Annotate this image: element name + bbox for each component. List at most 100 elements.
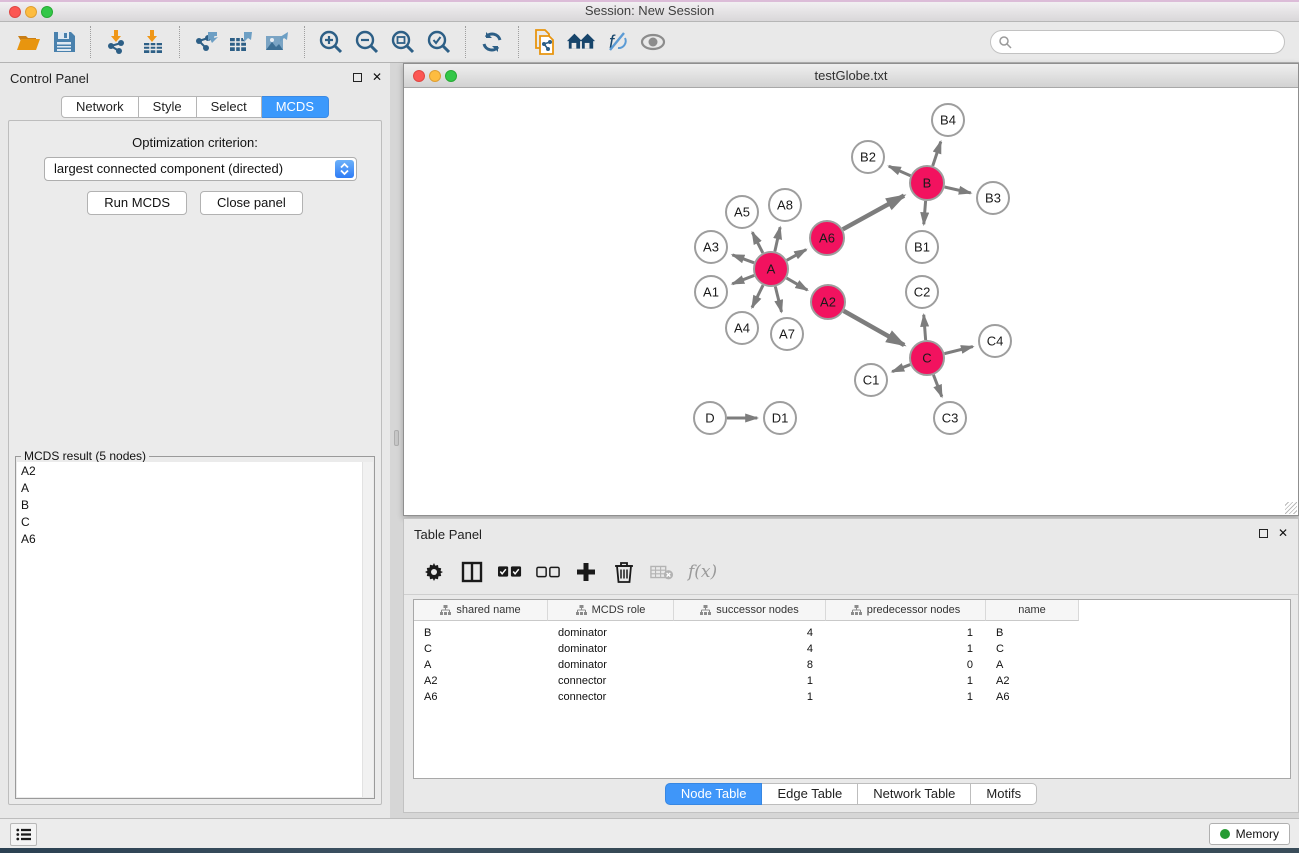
graph-node-B3[interactable]: B3	[977, 182, 1009, 214]
graph-node-D[interactable]: D	[694, 402, 726, 434]
network-canvas[interactable]: B4B2BB3A8A5A6A3B1AA1C2A2A4A7C4CC1C3DD1	[404, 88, 1298, 515]
graph-edge-A-A8[interactable]	[775, 227, 780, 251]
zoom-out-icon[interactable]	[352, 27, 382, 57]
node-table[interactable]: shared name MCDS role successor nodes pr…	[413, 599, 1291, 779]
show-hide-icon[interactable]	[638, 27, 668, 57]
graph-edge-A-A1[interactable]	[732, 275, 754, 283]
table-row[interactable]: A6connector11A6	[414, 689, 1290, 705]
duplicate-network-icon[interactable]	[530, 27, 560, 57]
graph-node-C4[interactable]: C4	[979, 325, 1011, 357]
graph-node-C[interactable]: C	[910, 341, 944, 375]
mcds-result-item[interactable]: A	[17, 479, 373, 496]
import-table-icon[interactable]	[138, 27, 168, 57]
minimize-network-button[interactable]	[429, 70, 441, 82]
graph-node-B[interactable]: B	[910, 166, 944, 200]
add-column-icon[interactable]	[574, 560, 598, 584]
graph-edge-A-A3[interactable]	[732, 255, 754, 263]
zoom-in-icon[interactable]	[316, 27, 346, 57]
close-table-panel-icon[interactable]: ✕	[1278, 526, 1288, 540]
resize-grip-icon[interactable]	[1285, 502, 1297, 514]
close-window-button[interactable]	[9, 6, 21, 18]
export-network-icon[interactable]	[191, 27, 221, 57]
column-header-name[interactable]: name	[986, 600, 1079, 621]
float-panel-icon[interactable]	[353, 73, 362, 82]
tab-style[interactable]: Style	[139, 96, 197, 118]
import-network-icon[interactable]	[102, 27, 132, 57]
graph-node-A7[interactable]: A7	[771, 318, 803, 350]
graph-node-B2[interactable]: B2	[852, 141, 884, 173]
zoom-selected-icon[interactable]	[424, 27, 454, 57]
tab-edge-table[interactable]: Edge Table	[762, 783, 858, 805]
open-file-icon[interactable]	[13, 27, 43, 57]
graph-node-A[interactable]: A	[754, 252, 788, 286]
mcds-result-item[interactable]: B	[17, 496, 373, 513]
graph-node-C3[interactable]: C3	[934, 402, 966, 434]
graph-node-A1[interactable]: A1	[695, 276, 727, 308]
home-layout-icon[interactable]	[566, 27, 596, 57]
close-panel-icon[interactable]: ✕	[372, 70, 382, 84]
scrollbar-track[interactable]	[362, 462, 373, 797]
column-header-shared-name[interactable]: shared name	[414, 600, 548, 621]
table-settings-gear-icon[interactable]	[422, 560, 446, 584]
mcds-result-item[interactable]: A6	[17, 530, 373, 547]
graph-edge-A6-B[interactable]	[843, 196, 904, 230]
graph-node-A3[interactable]: A3	[695, 231, 727, 263]
graph-edge-A-A5[interactable]	[752, 232, 762, 253]
graph-node-C2[interactable]: C2	[906, 276, 938, 308]
graph-edge-A-A6[interactable]	[787, 250, 806, 261]
table-row[interactable]: Cdominator41C	[414, 641, 1290, 657]
graph-node-C1[interactable]: C1	[855, 364, 887, 396]
memory-button[interactable]: Memory	[1209, 823, 1290, 845]
graph-node-A8[interactable]: A8	[769, 189, 801, 221]
export-table-icon[interactable]	[227, 27, 257, 57]
mcds-result-item[interactable]: A2	[17, 462, 373, 479]
close-network-button[interactable]	[413, 70, 425, 82]
delete-table-icon[interactable]	[650, 560, 674, 584]
graph-edge-B-B1[interactable]	[924, 201, 926, 224]
tab-node-table[interactable]: Node Table	[665, 783, 763, 805]
column-header-predecessor-nodes[interactable]: predecessor nodes	[826, 600, 986, 621]
optimization-criterion-select[interactable]: largest connected component (directed)	[44, 157, 357, 181]
tab-network-table[interactable]: Network Table	[858, 783, 971, 805]
console-toggle-button[interactable]	[10, 823, 37, 846]
column-selector-icon[interactable]	[460, 560, 484, 584]
graph-edge-C-C1[interactable]	[892, 365, 910, 372]
search-input[interactable]	[1016, 32, 1284, 52]
graph-edge-A2-C[interactable]	[844, 311, 905, 345]
graph-node-A5[interactable]: A5	[726, 196, 758, 228]
graph-node-B1[interactable]: B1	[906, 231, 938, 263]
zoom-network-button[interactable]	[445, 70, 457, 82]
network-window-titlebar[interactable]: testGlobe.txt	[404, 64, 1298, 88]
graph-node-B4[interactable]: B4	[932, 104, 964, 136]
graph-edge-A-A7[interactable]	[775, 286, 781, 311]
column-header-successor-nodes[interactable]: successor nodes	[674, 600, 826, 621]
close-panel-button[interactable]: Close panel	[200, 191, 303, 215]
graph-edge-A-A4[interactable]	[752, 285, 763, 307]
zoom-fit-icon[interactable]	[388, 27, 418, 57]
run-mcds-button[interactable]: Run MCDS	[87, 191, 187, 215]
tab-motifs[interactable]: Motifs	[971, 783, 1037, 805]
graph-edge-A-A2[interactable]	[787, 278, 808, 290]
float-table-panel-icon[interactable]	[1259, 529, 1268, 538]
table-row[interactable]: Bdominator41B	[414, 625, 1290, 641]
tab-select[interactable]: Select	[197, 96, 262, 118]
graph-edge-B-B4[interactable]	[933, 142, 941, 166]
select-all-icon[interactable]	[498, 560, 522, 584]
save-session-icon[interactable]	[49, 27, 79, 57]
deselect-all-icon[interactable]	[536, 560, 560, 584]
graph-edge-C-C2[interactable]	[924, 315, 926, 340]
graph-node-A6[interactable]: A6	[810, 221, 844, 255]
tab-network[interactable]: Network	[61, 96, 139, 118]
delete-column-trash-icon[interactable]	[612, 560, 636, 584]
function-builder-button[interactable]: f(x)	[688, 562, 717, 582]
export-image-icon[interactable]	[263, 27, 293, 57]
hide-fx-icon[interactable]: f	[602, 27, 632, 57]
mcds-result-item[interactable]: C	[17, 513, 373, 530]
graph-edge-C-C3[interactable]	[933, 375, 941, 397]
tab-mcds[interactable]: MCDS	[262, 96, 329, 118]
graph-edge-B-B3[interactable]	[945, 187, 971, 193]
graph-node-D1[interactable]: D1	[764, 402, 796, 434]
graph-edge-C-C4[interactable]	[944, 347, 972, 354]
graph-node-A4[interactable]: A4	[726, 312, 758, 344]
refresh-icon[interactable]	[477, 27, 507, 57]
